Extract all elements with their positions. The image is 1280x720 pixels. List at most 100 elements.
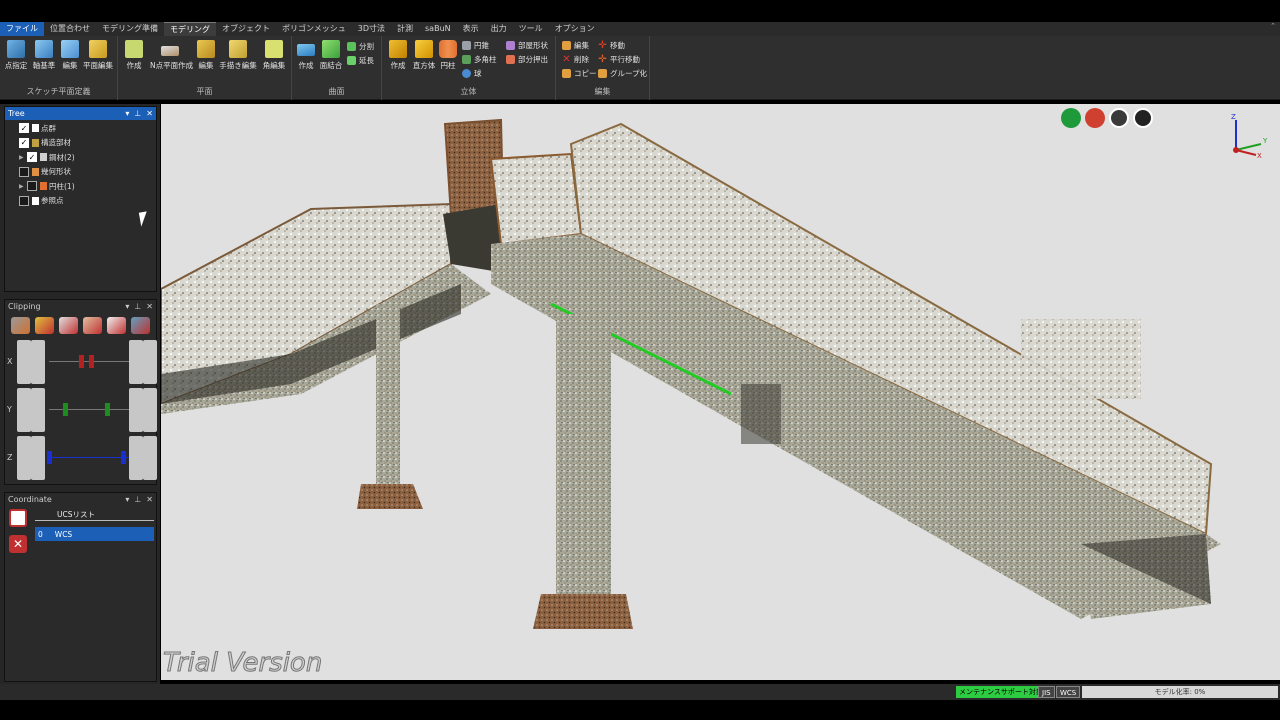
panel-dropdown-icon[interactable]: ▾ (125, 109, 129, 118)
clip-x-min-knob[interactable] (17, 340, 31, 384)
jis-badge[interactable]: JIS (1038, 686, 1055, 698)
tree-checkbox[interactable]: ✓ (19, 123, 29, 134)
clip-y-min-knob2[interactable] (31, 388, 45, 432)
expand-arrow-icon[interactable]: ▶ (19, 183, 27, 190)
pin-icon[interactable]: ⊥ (134, 109, 141, 118)
close-icon[interactable]: ✕ (146, 495, 153, 504)
window-bottom-strip (0, 700, 1280, 720)
clip-z-handle-min[interactable] (47, 451, 52, 464)
tree-list: ✓ 点群 ✓ 構造部材 ▶ ✓ 鋼材(2) 幾何形状 ▶ 円柱(1) 参照点 (5, 120, 156, 208)
solid-create-icon (389, 40, 407, 58)
delete-ucs-icon[interactable]: ✕ (9, 535, 27, 553)
clip-x-max-knob2[interactable] (143, 340, 157, 384)
delete-button[interactable]: ✕ 削除 (562, 53, 589, 66)
menu-3d-dimension[interactable]: 3D寸法 (352, 22, 391, 36)
surface-join-button[interactable]: 面結合 (317, 40, 345, 71)
clip-y-handle-max[interactable] (105, 403, 110, 416)
add-ucs-icon[interactable] (9, 509, 27, 527)
menu-view[interactable]: 表示 (457, 22, 485, 36)
tree-checkbox[interactable]: ✓ (27, 152, 37, 163)
menu-options[interactable]: オプション (549, 22, 601, 36)
ucs-row[interactable]: 0 WCS (35, 527, 154, 541)
menu-tools[interactable]: ツール (513, 22, 549, 36)
tree-item[interactable]: ✓ 点群 (11, 121, 156, 136)
clip-z-icon[interactable] (107, 317, 126, 334)
plane-create-button[interactable]: 作成 (120, 40, 148, 71)
clip-y-min-knob[interactable] (17, 388, 31, 432)
edit-button[interactable]: 編集 (562, 39, 589, 52)
menu-output[interactable]: 出力 (485, 22, 513, 36)
copy-button[interactable]: コピー (562, 67, 597, 80)
plane-edit2-button[interactable]: 編集 (192, 40, 220, 71)
cylinder-button[interactable]: 円柱 (434, 40, 462, 71)
tree-checkbox[interactable]: ✓ (19, 137, 29, 148)
menu-alignment[interactable]: 位置合わせ (44, 22, 96, 36)
parallel-move-button[interactable]: ✛ 平行移動 (598, 53, 640, 66)
pause-view-icon[interactable] (1133, 108, 1153, 128)
menu-polygon-mesh[interactable]: ポリゴンメッシュ (276, 22, 352, 36)
ribbon-collapse-icon[interactable]: ⌃ (1270, 22, 1276, 30)
clip-x-max-knob[interactable] (129, 340, 143, 384)
wcs-badge[interactable]: WCS (1056, 686, 1081, 698)
n-point-plane-button[interactable]: N点平面作成 (150, 40, 193, 71)
svg-text:Z: Z (1231, 113, 1236, 121)
clip-all-icon[interactable] (11, 317, 30, 334)
partial-extrude-button[interactable]: 部分押出 (506, 53, 548, 66)
clip-x-handle-min[interactable] (79, 355, 84, 368)
clip-y-max-knob2[interactable] (143, 388, 157, 432)
close-icon[interactable]: ✕ (146, 302, 153, 311)
dome-view-icon[interactable] (1109, 108, 1129, 128)
clip-z-max-knob[interactable] (129, 436, 143, 480)
clip-box-icon[interactable] (35, 317, 54, 334)
clip-y-icon[interactable] (83, 317, 102, 334)
prism-button[interactable]: 多角柱 (462, 53, 497, 66)
plane-edit-button[interactable]: 平面編集 (83, 40, 113, 71)
sphere-button[interactable]: 球 (462, 67, 482, 80)
clip-z-min-knob2[interactable] (31, 436, 45, 480)
clip-y-max-knob[interactable] (129, 388, 143, 432)
clip-x-handle-max[interactable] (89, 355, 94, 368)
tree-item[interactable]: ▶ 円柱(1) (19, 179, 156, 194)
menu-modeling[interactable]: モデリング (164, 22, 216, 36)
surface-extend-button[interactable]: 延長 (347, 54, 374, 67)
menu-measure[interactable]: 計測 (391, 22, 419, 36)
panel-dropdown-icon[interactable]: ▾ (125, 302, 129, 311)
tree-item[interactable]: 幾何形状 (11, 165, 156, 180)
corner-edit-button[interactable]: 角編集 (260, 40, 288, 71)
pin-icon[interactable]: ⊥ (134, 302, 141, 311)
fit-view-icon[interactable] (1061, 108, 1081, 128)
move-button[interactable]: ✛ 移動 (598, 39, 625, 52)
freehand-edit-button[interactable]: 手描き編集 (219, 40, 257, 71)
grid-plane-icon (7, 40, 25, 58)
tree-checkbox[interactable] (27, 181, 37, 192)
room-shape-button[interactable]: 部屋形状 (506, 39, 548, 52)
menu-modeling-prep[interactable]: モデリング準備 (96, 22, 164, 36)
clip-y-handle-min[interactable] (63, 403, 68, 416)
tree-item[interactable]: ✓ 構造部材 (11, 136, 156, 151)
clip-slider-z: Z (5, 434, 157, 482)
point-cloud-render (161, 118, 1221, 629)
3d-viewport[interactable]: Z Y X Trial Version (161, 104, 1280, 680)
expand-arrow-icon[interactable]: ▶ (19, 154, 27, 161)
cone-button[interactable]: 円錐 (462, 39, 489, 52)
clip-x-min-knob2[interactable] (31, 340, 45, 384)
tree-item[interactable]: ▶ ✓ 鋼材(2) (19, 150, 156, 165)
clip-x-icon[interactable] (59, 317, 78, 334)
clip-z-min-knob[interactable] (17, 436, 31, 480)
group-button[interactable]: グループ化 (598, 67, 647, 80)
tree-checkbox[interactable] (19, 195, 29, 206)
close-icon[interactable]: ✕ (146, 109, 153, 118)
panel-dropdown-icon[interactable]: ▾ (125, 495, 129, 504)
clip-reset-icon[interactable] (131, 317, 150, 334)
globe-view-icon[interactable] (1085, 108, 1105, 128)
tree-checkbox[interactable] (19, 166, 29, 177)
tree-item[interactable]: 参照点 (11, 194, 156, 209)
cone-icon (462, 41, 471, 50)
menu-file[interactable]: ファイル (0, 22, 44, 36)
surface-split-button[interactable]: 分割 (347, 40, 374, 53)
menu-object[interactable]: オブジェクト (216, 22, 276, 36)
clip-z-max-knob2[interactable] (143, 436, 157, 480)
clip-z-handle-max[interactable] (121, 451, 126, 464)
pin-icon[interactable]: ⊥ (134, 495, 141, 504)
menu-sabun[interactable]: saBuN (419, 22, 457, 36)
